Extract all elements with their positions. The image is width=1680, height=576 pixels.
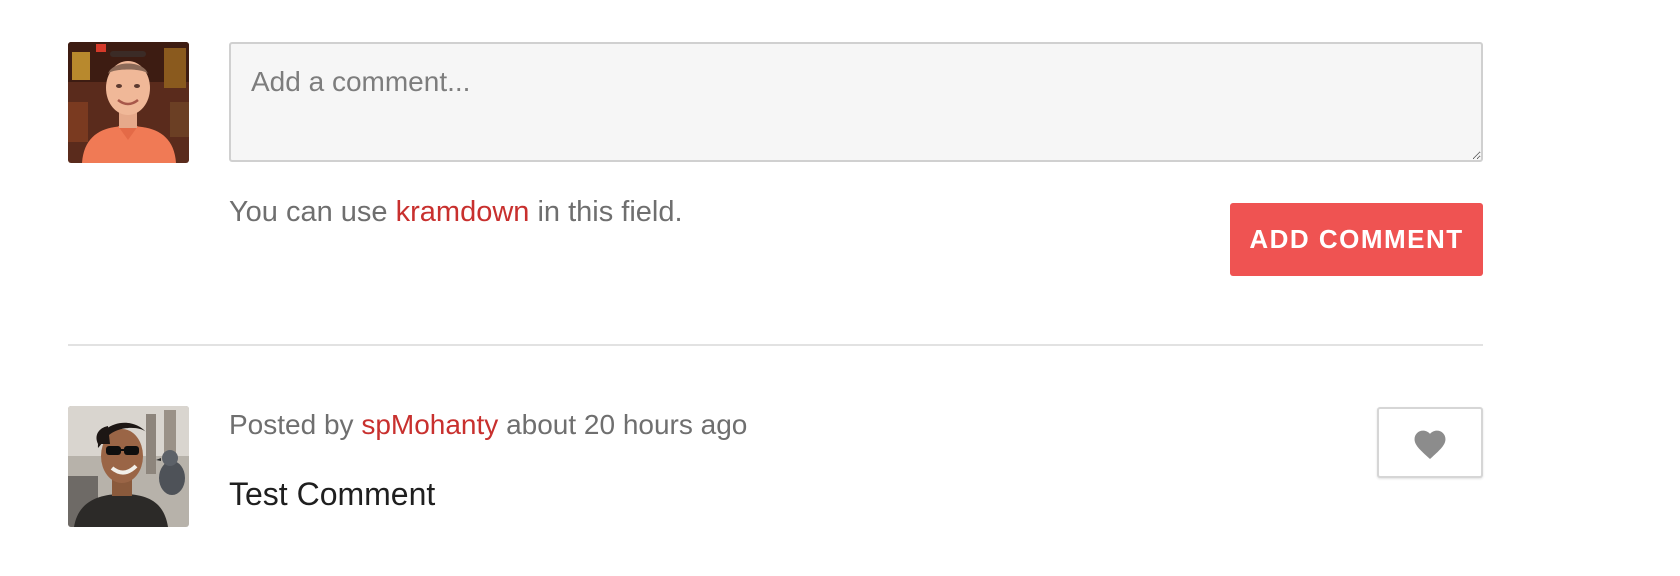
help-text-suffix: in this field. [537,196,683,228]
kramdown-help-text: You can use kramdown in this field. [229,196,683,229]
comment-body: Test Comment [229,476,436,512]
comments-section: You can use kramdown in this field. ADD … [0,0,1680,576]
like-button[interactable] [1377,407,1483,478]
heart-icon [1414,430,1446,459]
user-photo-icon [68,42,189,163]
comment-meta: Posted by spMohanty about 20 hours ago [229,409,747,441]
comment-author-link[interactable]: spMohanty [361,409,498,440]
posted-by-label: Posted by [229,409,354,440]
kramdown-link[interactable]: kramdown [396,196,530,228]
comment-input[interactable] [229,42,1483,162]
section-divider [68,344,1483,346]
comment-author-avatar[interactable] [68,406,189,527]
current-user-avatar [68,42,189,163]
help-text-prefix: You can use [229,196,388,228]
user-photo-icon [68,406,189,527]
add-comment-button[interactable]: ADD COMMENT [1230,203,1483,276]
comment-timestamp: about 20 hours ago [506,409,748,440]
